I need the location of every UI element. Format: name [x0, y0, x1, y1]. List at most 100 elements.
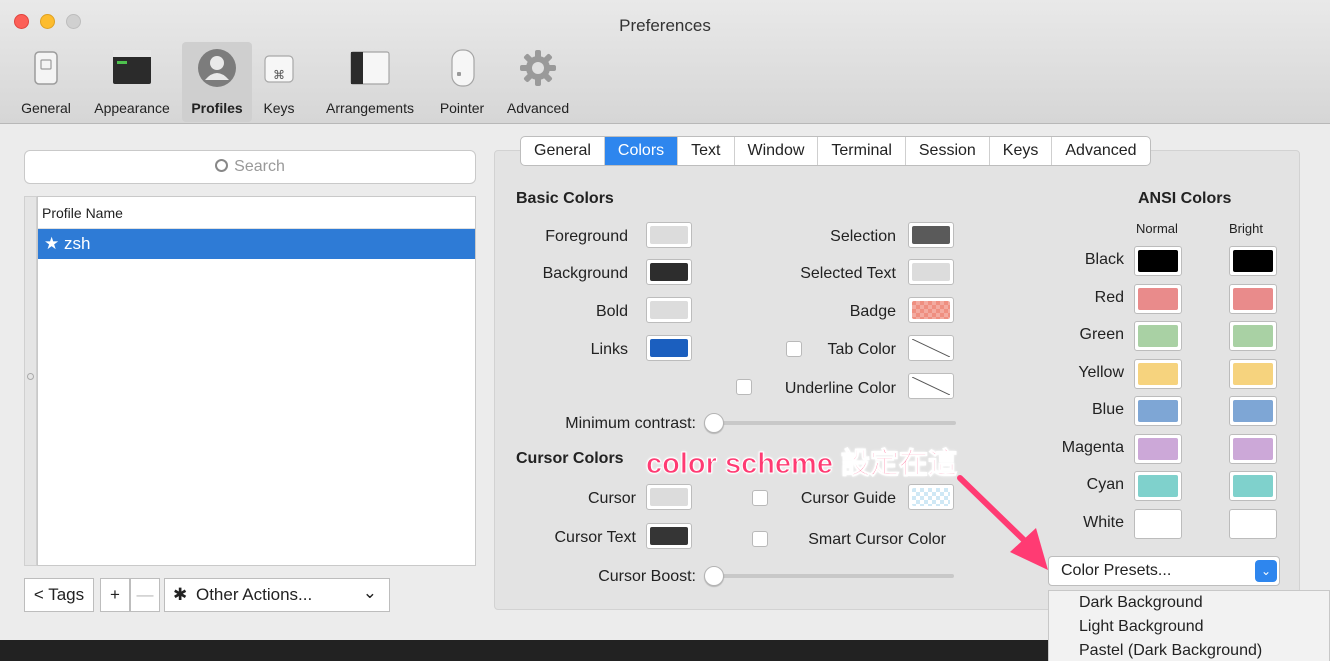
add-profile-button[interactable]: + — [100, 578, 130, 612]
profile-name-column-header[interactable]: Profile Name — [38, 197, 475, 229]
ansi-bright-white-well[interactable] — [1229, 508, 1277, 539]
toolbar-arrangements-label: Arrangements — [326, 100, 414, 116]
ansi-normal-blue-well[interactable] — [1134, 396, 1182, 426]
ansi-normal-yellow-swatch — [1138, 362, 1178, 385]
toolbar-profiles[interactable]: Profiles — [182, 42, 252, 122]
ansi-bright-yellow-swatch — [1233, 362, 1273, 385]
ansi-normal-yellow-well[interactable] — [1134, 358, 1182, 389]
ansi-normal-white-well[interactable] — [1134, 508, 1182, 539]
tab-session[interactable]: Session — [906, 137, 990, 165]
ansi-normal-magenta-swatch — [1138, 437, 1178, 460]
ansi-normal-red-well[interactable] — [1134, 283, 1182, 314]
badge-color-well[interactable] — [908, 297, 954, 323]
cursor-color-well[interactable] — [646, 484, 692, 510]
links-color-well[interactable] — [646, 335, 692, 361]
search-placeholder: Search — [234, 158, 285, 175]
background-color-well[interactable] — [646, 259, 692, 285]
ansi-bright-white-swatch — [1233, 512, 1273, 535]
underline-color-label: Underline Color — [784, 380, 896, 397]
color-presets-label: Color Presets... — [1061, 562, 1172, 579]
ansi-normal-blue-swatch — [1138, 400, 1178, 422]
selected-text-label: Selected Text — [800, 265, 896, 282]
ansi-normal-black-swatch — [1138, 250, 1178, 272]
tab-text[interactable]: Text — [678, 137, 735, 165]
selection-color-well[interactable] — [908, 222, 954, 248]
cursor-guide-color-well[interactable] — [908, 484, 954, 510]
annotation-arrow-icon — [957, 475, 1048, 570]
ansi-normal-green-swatch — [1138, 325, 1178, 347]
toolbar-appearance[interactable]: Appearance — [84, 42, 180, 122]
links-swatch — [650, 339, 688, 357]
ansi-normal-red-swatch — [1138, 287, 1178, 310]
smart-cursor-color-label: Smart Cursor Color — [808, 531, 946, 548]
ansi-normal-black-well[interactable] — [1134, 246, 1182, 276]
profile-tabs: General Colors Text Window Terminal Sess… — [520, 136, 1151, 166]
chevron-down-icon: ⌄ — [1255, 560, 1277, 582]
ansi-label-black: Black — [1084, 251, 1124, 268]
tags-button[interactable]: < Tags — [24, 578, 94, 612]
selection-label: Selection — [830, 228, 896, 245]
gear-icon: ✱ — [173, 585, 188, 604]
tab-window[interactable]: Window — [735, 137, 819, 165]
menu-item-light-background[interactable]: Light Background — [1049, 615, 1329, 639]
no-color-icon — [912, 377, 950, 395]
minimum-contrast-knob[interactable] — [704, 413, 724, 433]
chevron-down-icon: ⌄ — [362, 583, 377, 602]
ansi-label-green: Green — [1079, 326, 1124, 343]
menu-item-pastel-dark-background[interactable]: Pastel (Dark Background) — [1049, 639, 1329, 661]
ansi-bright-red-well[interactable] — [1229, 283, 1277, 314]
toolbar-pointer[interactable]: Pointer — [430, 42, 494, 122]
ansi-bright-magenta-well[interactable] — [1229, 433, 1277, 464]
toolbar-advanced-label: Advanced — [506, 100, 570, 116]
cursor-guide-swatch — [912, 488, 950, 506]
tab-color-label: Tab Color — [827, 341, 896, 358]
other-actions-button[interactable]: ✱ Other Actions... ⌄ — [164, 578, 390, 612]
links-label: Links — [590, 341, 628, 358]
foreground-color-well[interactable] — [646, 222, 692, 248]
ansi-bright-yellow-well[interactable] — [1229, 358, 1277, 389]
tab-colors[interactable]: Colors — [604, 137, 679, 165]
ansi-bright-blue-well[interactable] — [1229, 396, 1277, 426]
other-actions-label: Other Actions... — [195, 585, 313, 604]
normal-column-label: Normal — [1136, 221, 1178, 236]
ansi-normal-magenta-well[interactable] — [1134, 433, 1182, 464]
ansi-bright-black-well[interactable] — [1229, 246, 1277, 276]
underline-color-well[interactable] — [908, 373, 954, 399]
ansi-bright-green-well[interactable] — [1229, 321, 1277, 351]
tab-advanced[interactable]: Advanced — [1052, 137, 1149, 165]
toolbar-advanced[interactable]: Advanced — [496, 42, 580, 122]
no-color-icon — [912, 339, 950, 357]
remove-profile-button[interactable]: — — [130, 578, 160, 612]
cursor-text-color-well[interactable] — [646, 523, 692, 549]
ansi-normal-cyan-well[interactable] — [1134, 471, 1182, 501]
ansi-normal-green-well[interactable] — [1134, 321, 1182, 351]
ansi-bright-cyan-well[interactable] — [1229, 471, 1277, 501]
profile-row-zsh[interactable]: ★ zsh — [38, 229, 475, 259]
tab-general[interactable]: General — [521, 137, 605, 165]
color-presets-dropdown[interactable]: Color Presets... ⌄ — [1048, 556, 1280, 586]
selection-swatch — [912, 226, 950, 244]
tab-keys[interactable]: Keys — [990, 137, 1053, 165]
profile-search-field[interactable]: Search — [24, 150, 476, 184]
annotation-text: color scheme 設定在這 — [645, 448, 958, 481]
toolbar-arrangements[interactable]: Arrangements — [310, 42, 430, 122]
bold-swatch — [650, 301, 688, 319]
window-title: Preferences — [619, 16, 711, 35]
cursor-boost-slider[interactable] — [706, 574, 954, 578]
preferences-window: Preferences General Appearance Profiles … — [0, 0, 1330, 661]
foreground-label: Foreground — [545, 228, 628, 245]
tab-terminal[interactable]: Terminal — [818, 137, 906, 165]
profile-list: Profile Name ★ zsh — [37, 196, 476, 566]
minimum-contrast-slider[interactable] — [706, 421, 956, 425]
cursor-colors-heading: Cursor Colors — [516, 450, 624, 467]
arrangements-icon — [350, 51, 390, 85]
ansi-normal-white-swatch — [1138, 512, 1178, 535]
bold-color-well[interactable] — [646, 297, 692, 323]
cursor-boost-knob[interactable] — [704, 566, 724, 586]
menu-item-dark-background[interactable]: Dark Background — [1049, 591, 1329, 615]
toolbar-general[interactable]: General — [12, 42, 80, 122]
tab-color-well[interactable] — [908, 335, 954, 361]
profile-list-sidebar-handle[interactable] — [24, 196, 37, 566]
selected-text-color-well[interactable] — [908, 259, 954, 285]
toolbar-keys[interactable]: ⌘ Keys — [254, 42, 304, 122]
